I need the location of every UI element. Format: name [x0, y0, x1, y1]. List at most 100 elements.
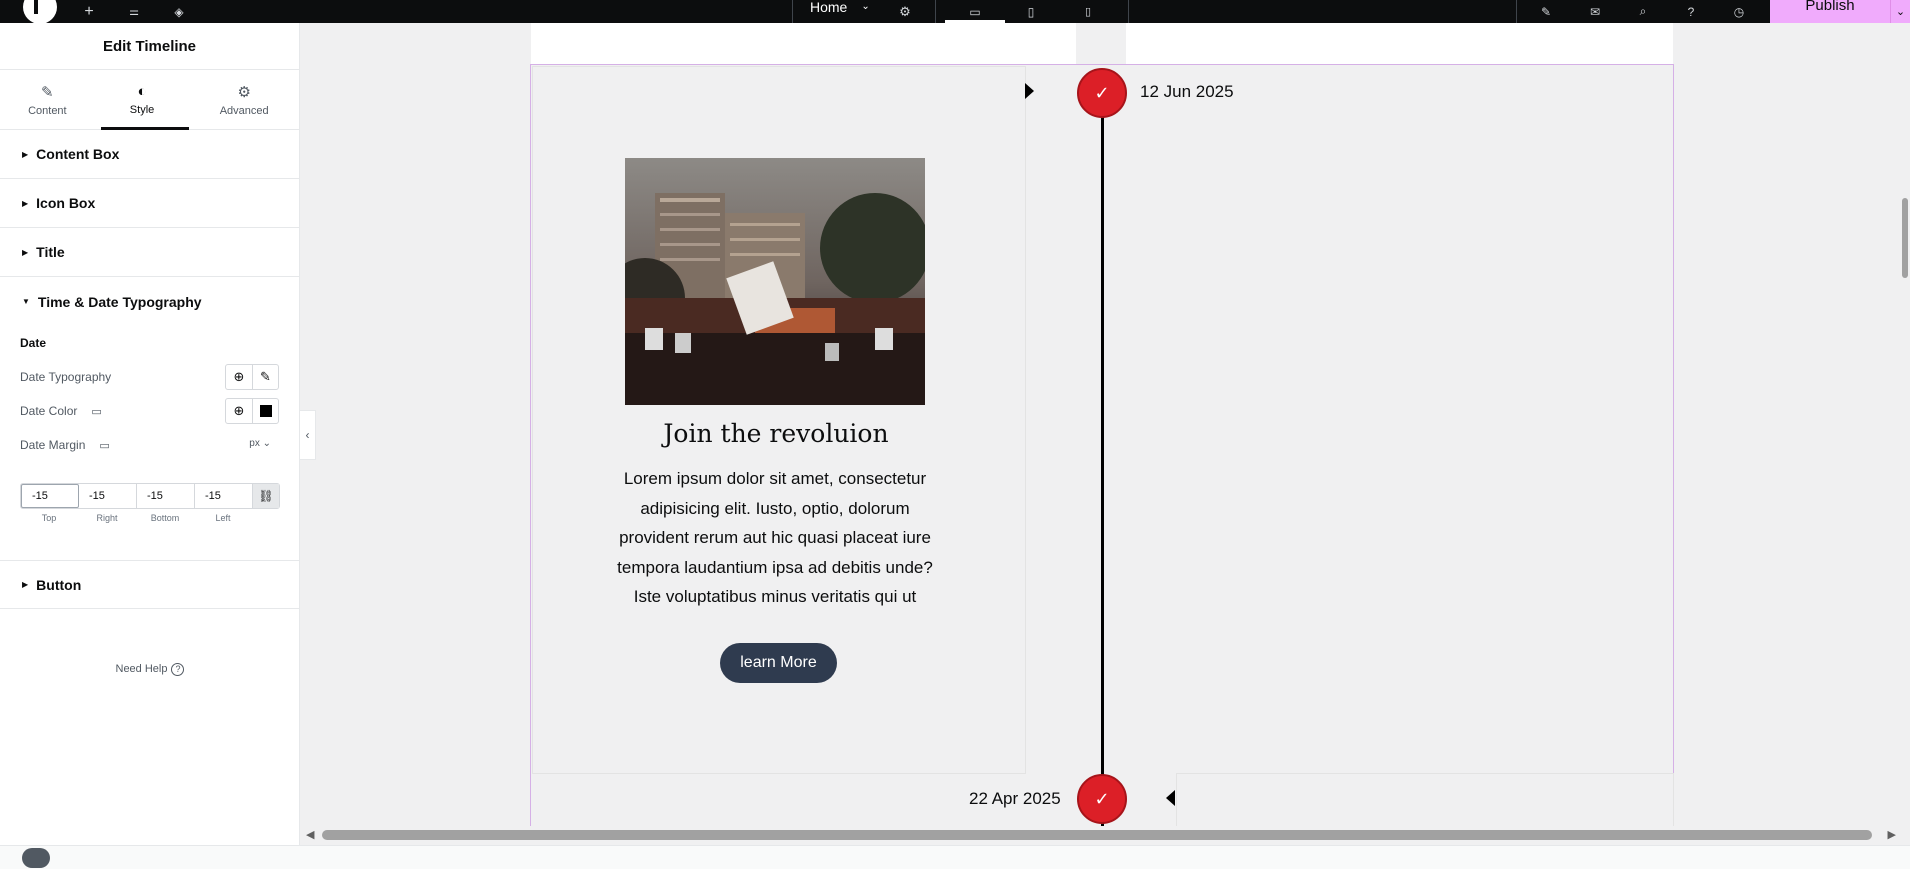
globe-icon[interactable]: ⊕ [226, 365, 252, 389]
section-label: Title [36, 244, 65, 260]
horizontal-scrollbar[interactable]: ◀ ▶ [302, 826, 1900, 843]
margin-label-left: Left [215, 513, 231, 523]
margin-labels: Top Right Bottom Left [20, 513, 252, 523]
margin-label-right: Right [96, 513, 118, 523]
margin-label-top: Top [41, 513, 57, 523]
control-label: Date Typography [20, 370, 112, 384]
double-check-icon: ✓ [1077, 774, 1127, 824]
sliders-icon[interactable]: ⚌ [125, 0, 143, 23]
caret-right-icon: ▶ [22, 580, 29, 589]
caret-down-icon: ▼ [22, 297, 30, 306]
caret-right-icon: ▶ [22, 198, 29, 208]
tab-style[interactable]: ◐ Style [95, 70, 190, 130]
divider [1128, 0, 1129, 23]
date-margin-control: Date Margin ▭ px ⌄ [0, 428, 299, 462]
timeline-date: 12 Jun 2025 [1140, 82, 1234, 101]
need-help-link[interactable]: Need Help? [0, 663, 300, 676]
tab-label: Content [28, 104, 67, 117]
link-icon[interactable]: ⛓ [253, 484, 279, 508]
help-icon[interactable]: ? [1682, 0, 1700, 23]
caret-right-icon: ▶ [22, 247, 29, 257]
divider [792, 0, 793, 23]
tablet-icon[interactable]: ▯ [1022, 0, 1040, 23]
editor-panel: Edit Timeline ✎ Content ◐ Style ⚙ Advanc… [0, 23, 300, 845]
plus-icon[interactable]: + [80, 0, 98, 23]
control-label: Date Color [20, 404, 78, 418]
assistant-icon[interactable] [22, 848, 50, 868]
panel-title: Edit Timeline [0, 23, 299, 70]
brush-icon[interactable]: ✎ [1537, 0, 1555, 23]
previous-item-card [531, 23, 1076, 64]
top-bar: + ⚌ ◈ Home ⌄ ⚙ ▭ ▯ ▯ ✎ ✉ ⌕ ? ◷ Publish ⌄ [0, 0, 1910, 24]
section-content-box[interactable]: ▶ Content Box [0, 130, 299, 179]
tab-label: Style [129, 104, 155, 116]
pencil-icon: ✎ [41, 83, 54, 101]
chevron-down-icon: ⌄ [861, 1, 870, 12]
margin-inputs: ⛓ [20, 483, 280, 509]
section-label: Content Box [36, 146, 120, 162]
preview-canvas: ✓ 12 Jun 2025 ✓ 22 Apr 2025 Join the rev… [301, 23, 1900, 826]
desktop-responsive-icon[interactable]: ▭ [91, 405, 101, 418]
margin-right-input[interactable] [79, 484, 137, 508]
margin-left-input[interactable] [195, 484, 253, 508]
notes-icon[interactable]: ✉ [1586, 0, 1604, 23]
mobile-icon[interactable]: ▯ [1079, 0, 1097, 23]
layers-icon[interactable]: ◈ [170, 0, 188, 23]
margin-top-input[interactable] [21, 484, 79, 508]
desktop-responsive-icon[interactable]: ▭ [99, 439, 109, 452]
gear-icon[interactable]: ⚙ [896, 0, 914, 23]
section-time-date-typography[interactable]: ▼ Time & Date Typography [0, 277, 299, 326]
protest-photo [625, 158, 925, 405]
timeline-line [1101, 91, 1104, 826]
margin-label-bottom: Bottom [150, 513, 180, 523]
scrollbar-thumb[interactable] [322, 830, 1872, 840]
panel-tabs: ✎ Content ◐ Style ⚙ Advanced [0, 70, 299, 130]
caret-right-icon: ▶ [22, 149, 29, 159]
tab-label: Advanced [219, 104, 269, 117]
question-icon: ? [171, 663, 185, 676]
swatch-fill [259, 405, 272, 417]
previous-item-card [1126, 23, 1673, 64]
double-check-icon: ✓ [1077, 68, 1127, 118]
control-label: Date Margin [20, 438, 86, 452]
search-icon[interactable]: ⌕ [1634, 0, 1652, 23]
history-icon[interactable]: ◷ [1730, 0, 1748, 23]
gear-icon: ⚙ [237, 83, 251, 101]
edit-pencil-icon[interactable]: ✎ [252, 365, 278, 389]
bottom-bar [0, 845, 1910, 869]
tab-advanced[interactable]: ⚙ Advanced [189, 70, 299, 129]
card-arrow-right [1025, 83, 1034, 99]
divider [935, 0, 936, 23]
card-title: Join the revoluion [663, 419, 889, 448]
control-buttons: ⊕ [225, 398, 279, 424]
publish-options-chevron-icon[interactable]: ⌄ [1890, 0, 1910, 23]
scroll-left-arrow-icon[interactable]: ◀ [306, 828, 314, 841]
timeline-date: 22 Apr 2025 [969, 789, 1061, 808]
section-label: Time & Date Typography [37, 293, 202, 310]
scroll-right-arrow-icon[interactable]: ▶ [1888, 828, 1896, 841]
tab-content[interactable]: ✎ Content [0, 70, 95, 129]
timeline-content-card[interactable] [1176, 773, 1674, 826]
page-select[interactable]: Home ⌄ [810, 0, 870, 23]
page-label: Home [810, 0, 848, 15]
publish-button[interactable]: Publish [1770, 0, 1890, 23]
section-icon-box[interactable]: ▶ Icon Box [0, 179, 299, 228]
need-help-label: Need Help [115, 663, 168, 675]
date-heading: Date [20, 336, 47, 350]
date-typography-control: Date Typography ⊕ ✎ [0, 360, 299, 394]
learn-more-button[interactable]: learn More [720, 643, 837, 683]
section-label: Icon Box [36, 195, 96, 211]
card-arrow-left [1166, 790, 1175, 806]
divider [1516, 0, 1517, 23]
globe-icon[interactable]: ⊕ [226, 399, 252, 423]
section-button[interactable]: ▶ Button [0, 560, 299, 609]
margin-bottom-input[interactable] [137, 484, 195, 508]
publish-label: Publish [1805, 0, 1855, 14]
section-title[interactable]: ▶ Title [0, 228, 299, 277]
control-buttons: ⊕ ✎ [225, 364, 279, 390]
scrollbar-thumb[interactable] [1902, 198, 1908, 278]
color-swatch[interactable] [252, 399, 278, 423]
unit-selector[interactable]: px ⌄ [249, 438, 271, 449]
elementor-logo-icon[interactable] [23, 0, 57, 24]
vertical-scrollbar[interactable] [1900, 23, 1910, 826]
